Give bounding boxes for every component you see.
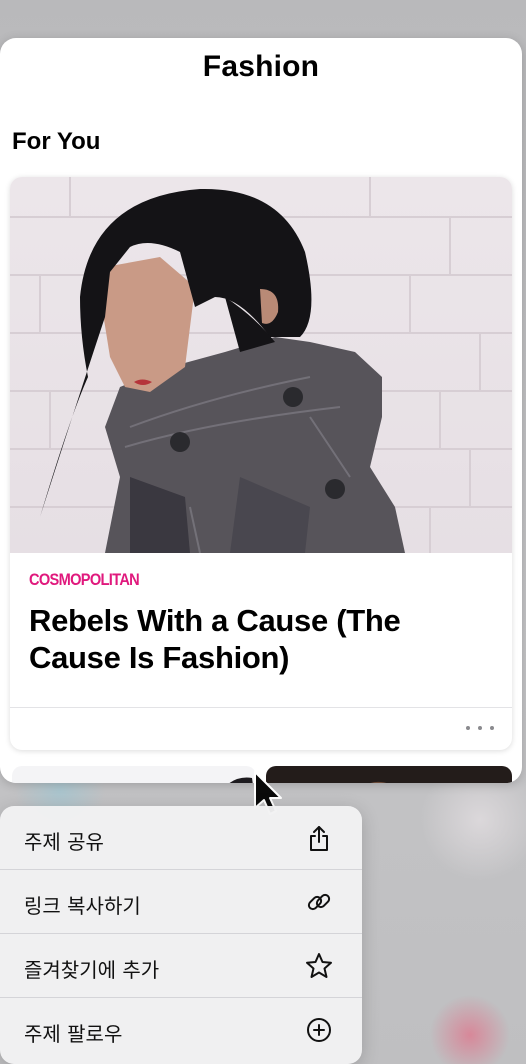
next-article-card-peek[interactable] xyxy=(12,766,256,783)
menu-item-label: 링크 복사하기 xyxy=(24,894,141,918)
link-icon xyxy=(307,893,331,911)
context-menu: 주제 공유 링크 복사하기 즐겨찾기에 추가 주제 팔로우 xyxy=(0,806,362,1064)
menu-item-follow-topic[interactable]: 주제 팔로우 xyxy=(0,998,362,1061)
ellipsis-dot xyxy=(478,726,482,730)
hero-photo xyxy=(10,177,512,553)
next-article-card-peek-2[interactable] xyxy=(266,766,512,783)
section-title: For You xyxy=(12,128,101,155)
menu-item-copy-link[interactable]: 링크 복사하기 xyxy=(0,870,362,933)
ellipsis-dot xyxy=(466,726,470,730)
menu-item-add-favorites[interactable]: 즐겨찾기에 추가 xyxy=(0,934,362,997)
menu-item-share-topic[interactable]: 주제 공유 xyxy=(0,806,362,869)
share-icon xyxy=(310,826,328,851)
menu-item-label: 즐겨찾기에 추가 xyxy=(24,958,160,982)
plus-circle-icon xyxy=(307,1018,331,1042)
ellipsis-dot xyxy=(490,726,494,730)
star-icon xyxy=(306,953,332,978)
page-title: Fashion xyxy=(202,50,320,83)
more-options-button[interactable] xyxy=(466,720,494,736)
menu-item-label: 주제 공유 xyxy=(24,830,104,854)
next-article-thumbnail xyxy=(229,777,253,783)
article-headline[interactable]: Rebels With a Cause (The Cause Is Fashio… xyxy=(29,602,499,676)
publisher-logo: COSMOPOLITAN xyxy=(29,570,140,589)
fashion-topic-preview: Fashion For You COSMOPOLITAN Rebels With… xyxy=(0,38,522,783)
card-divider xyxy=(10,707,512,708)
next-article-thumbnail-2 xyxy=(370,781,387,783)
article-hero-image xyxy=(10,177,512,553)
menu-item-label: 주제 팔로우 xyxy=(24,1022,123,1046)
article-card[interactable]: COSMOPOLITAN Rebels With a Cause (The Ca… xyxy=(10,177,512,750)
